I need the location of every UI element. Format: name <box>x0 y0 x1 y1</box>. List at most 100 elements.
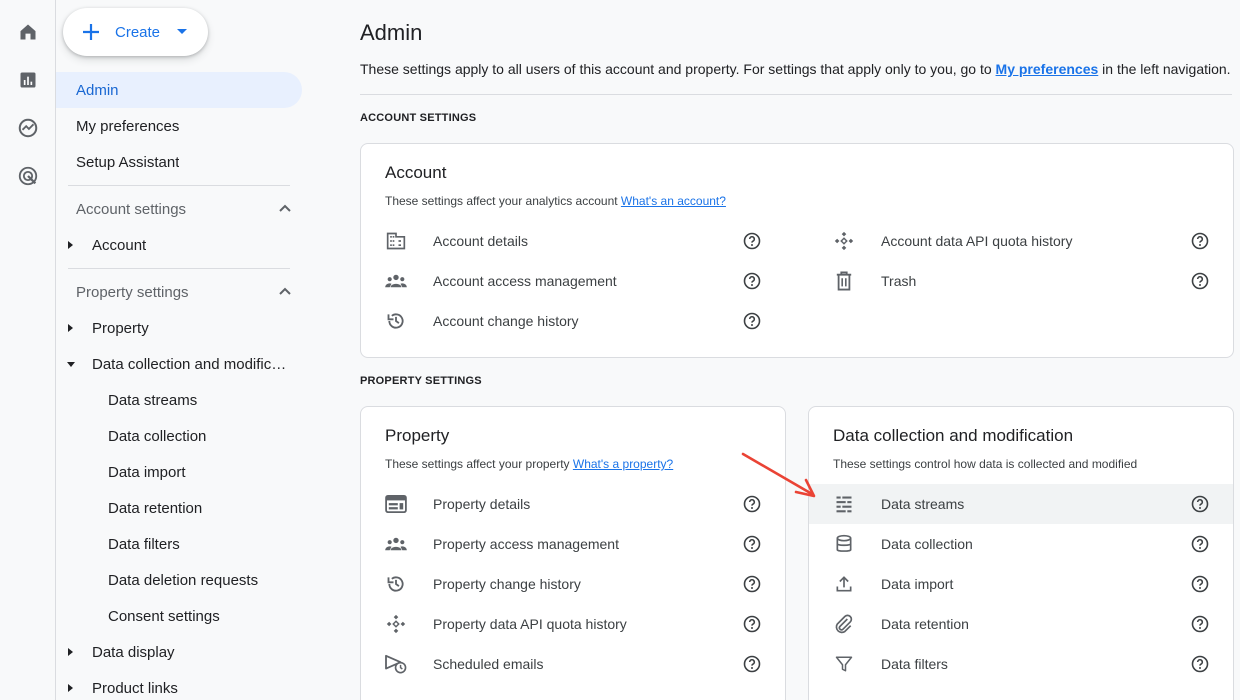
nav-item-data-collection[interactable]: Data collection <box>56 418 302 454</box>
nav-item-label: My preferences <box>76 117 180 135</box>
row-account-change-history[interactable]: Account change history <box>361 301 785 341</box>
explore-icon[interactable] <box>16 116 40 140</box>
advertising-icon[interactable] <box>16 164 40 188</box>
page-description-suffix: in the left navigation. <box>1098 61 1231 77</box>
annotation-arrow <box>741 452 816 498</box>
row-property-access-management[interactable]: Property access management <box>361 524 785 564</box>
card-subtitle: These settings affect your property What… <box>385 457 673 471</box>
row-property-change-history[interactable]: Property change history <box>361 564 785 604</box>
help-icon[interactable] <box>1191 535 1209 553</box>
whats-a-property-link[interactable]: What's a property? <box>573 457 673 471</box>
row-label: Data import <box>881 576 954 592</box>
nav-item-label: Data import <box>108 463 186 481</box>
row-label: Data streams <box>881 496 965 512</box>
nav-item-label: Data filters <box>108 535 180 553</box>
nav-item-consent-settings[interactable]: Consent settings <box>56 598 302 634</box>
row-label: Data collection <box>881 536 973 552</box>
collapse-arrow-icon <box>67 362 75 367</box>
web-page-icon <box>385 494 407 514</box>
my-preferences-link[interactable]: My preferences <box>996 61 1099 77</box>
nav-item-my-preferences[interactable]: My preferences <box>56 108 302 144</box>
row-account-data-api-quota-history[interactable]: Account data API quota history <box>809 221 1233 261</box>
nav-item-property[interactable]: Property <box>56 310 302 346</box>
row-label: Property access management <box>433 536 619 552</box>
create-button[interactable]: Create <box>63 8 208 56</box>
nav-item-setup-assistant[interactable]: Setup Assistant <box>56 144 302 180</box>
nav-item-label: Data deletion requests <box>108 571 259 589</box>
people-icon <box>385 534 407 554</box>
card-subtitle-text: These settings affect your analytics acc… <box>385 194 621 208</box>
nav-item-label: Data display <box>92 643 175 661</box>
nav-section-account-settings[interactable]: Account settings <box>56 191 302 227</box>
database-icon <box>833 534 855 554</box>
row-property-data-api-quota-history[interactable]: Property data API quota history <box>361 604 785 644</box>
row-label: Account access management <box>433 273 617 289</box>
expand-arrow-icon <box>68 324 73 332</box>
nav-item-data-retention[interactable]: Data retention <box>56 490 302 526</box>
nav-item-label: Data collection <box>108 427 207 445</box>
row-account-access-management[interactable]: Account access management <box>361 261 785 301</box>
left-rail <box>0 0 56 700</box>
nav-section-label: Account settings <box>76 200 187 218</box>
row-label: Account change history <box>433 313 579 329</box>
help-icon[interactable] <box>1191 232 1209 250</box>
row-data-streams[interactable]: Data streams <box>809 484 1233 524</box>
nav-item-data-filters[interactable]: Data filters <box>56 526 302 562</box>
help-icon[interactable] <box>743 615 761 633</box>
row-account-details[interactable]: Account details <box>361 221 785 261</box>
help-icon[interactable] <box>1191 272 1209 290</box>
home-icon[interactable] <box>16 20 40 44</box>
help-icon[interactable] <box>743 232 761 250</box>
nav-item-data-collection-and-modification[interactable]: Data collection and modification <box>56 346 302 382</box>
scheduled-send-icon <box>385 654 407 674</box>
row-label: Property change history <box>433 576 581 592</box>
help-icon[interactable] <box>1191 575 1209 593</box>
nav-section-property-settings[interactable]: Property settings <box>56 274 302 310</box>
data-streams-icon <box>833 494 855 514</box>
card-title: Account <box>385 163 447 182</box>
row-data-collection[interactable]: Data collection <box>809 524 1233 564</box>
property-card: Property These settings affect your prop… <box>360 406 786 700</box>
row-label: Trash <box>881 273 917 289</box>
help-icon[interactable] <box>1191 655 1209 673</box>
help-icon[interactable] <box>743 575 761 593</box>
nav-item-account[interactable]: Account <box>56 227 302 263</box>
caret-down-icon[interactable] <box>176 26 188 38</box>
create-label: Create <box>115 23 161 41</box>
help-icon[interactable] <box>743 312 761 330</box>
row-trash[interactable]: Trash <box>809 261 1233 301</box>
reports-icon[interactable] <box>16 68 40 92</box>
nav-item-admin[interactable]: Admin <box>56 72 302 108</box>
row-data-retention[interactable]: Data retention <box>809 604 1233 644</box>
plus-icon <box>83 24 99 40</box>
header-divider <box>360 94 1232 95</box>
row-scheduled-emails[interactable]: Scheduled emails <box>361 644 785 684</box>
row-data-import[interactable]: Data import <box>809 564 1233 604</box>
nav-item-data-import[interactable]: Data import <box>56 454 302 490</box>
card-title: Property <box>385 426 450 445</box>
help-icon[interactable] <box>743 655 761 673</box>
help-icon[interactable] <box>743 535 761 553</box>
help-icon[interactable] <box>743 272 761 290</box>
trash-icon <box>833 271 855 291</box>
row-data-filters[interactable]: Data filters <box>809 644 1233 684</box>
row-property-details[interactable]: Property details <box>361 484 785 524</box>
nav-item-label: Product links <box>92 679 178 697</box>
nav-item-data-deletion-requests[interactable]: Data deletion requests <box>56 562 302 598</box>
admin-navigation: Create Admin My preferences Setup Assist… <box>56 0 312 700</box>
nav-item-data-display[interactable]: Data display <box>56 634 302 670</box>
help-icon[interactable] <box>1191 495 1209 513</box>
whats-an-account-link[interactable]: What's an account? <box>621 194 726 208</box>
building-icon <box>385 231 407 251</box>
account-card: Account These settings affect your analy… <box>360 143 1234 358</box>
filter-icon <box>833 654 855 674</box>
nav-item-product-links[interactable]: Product links <box>56 670 302 700</box>
attachment-icon <box>833 614 855 634</box>
api-icon <box>833 231 855 251</box>
help-icon[interactable] <box>1191 615 1209 633</box>
expand-arrow-icon <box>68 684 73 692</box>
nav-item-data-streams[interactable]: Data streams <box>56 382 302 418</box>
nav-item-label: Data streams <box>108 391 198 409</box>
history-icon <box>385 574 407 594</box>
row-label: Account details <box>433 233 528 249</box>
